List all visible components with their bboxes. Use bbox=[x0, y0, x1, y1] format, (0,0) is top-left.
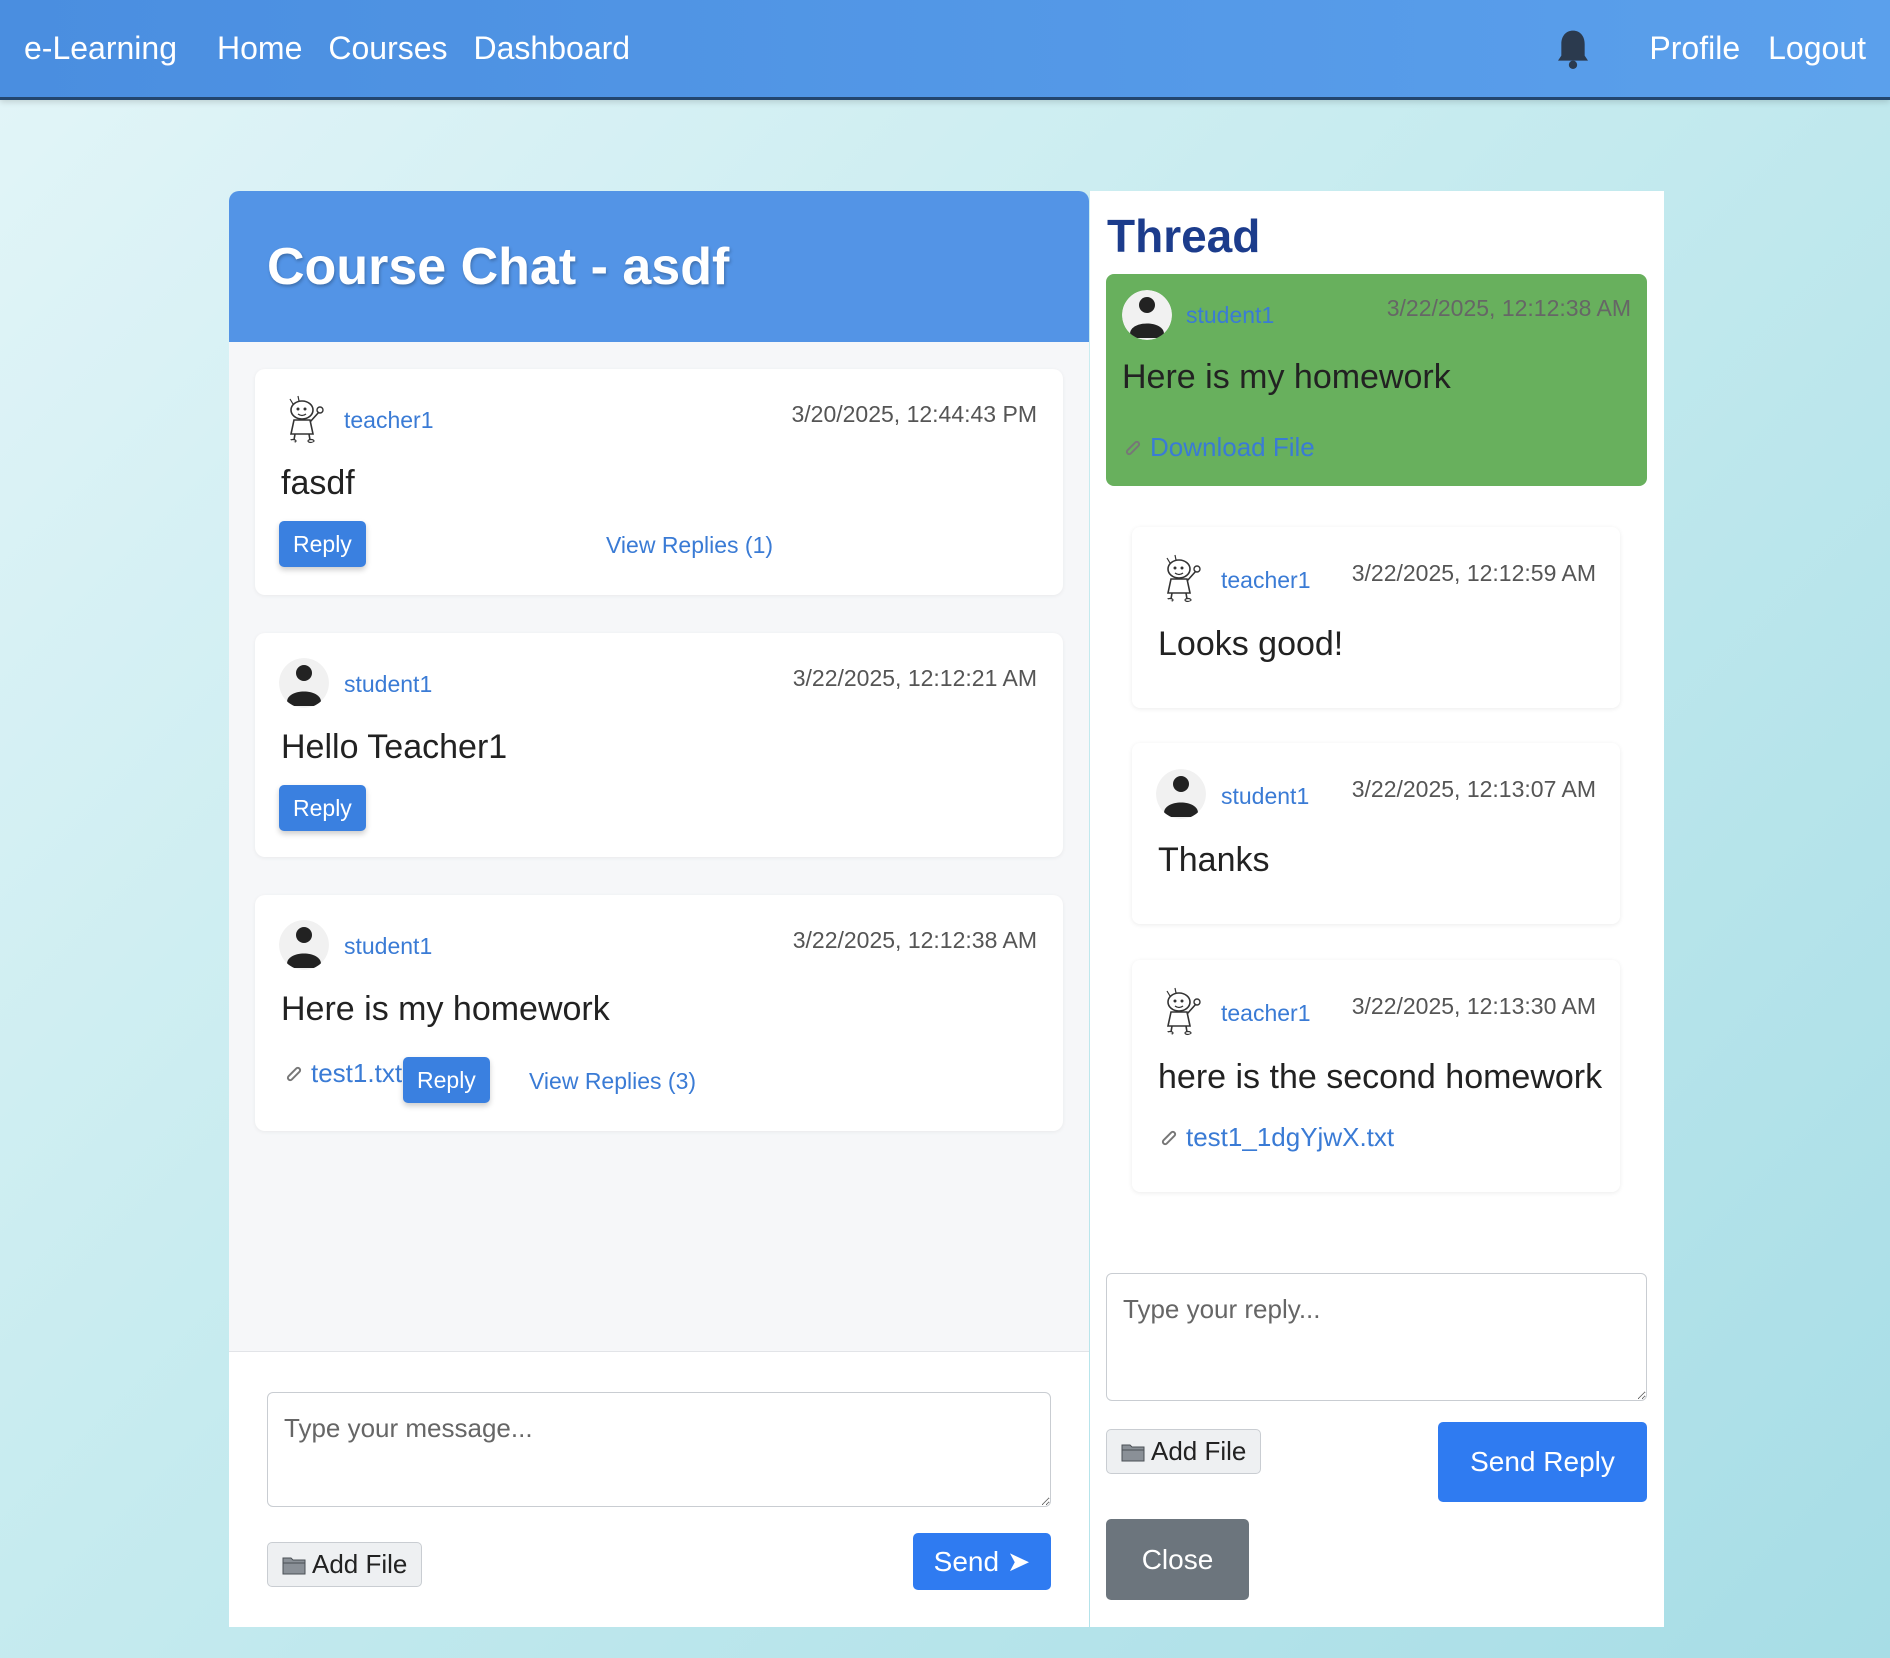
user-silhouette-icon bbox=[279, 920, 329, 970]
thread-reply: teacher1 3/22/2025, 12:13:30 AM here is … bbox=[1132, 960, 1620, 1192]
user-silhouette-icon bbox=[1122, 290, 1172, 340]
send-button[interactable]: Send ➤ bbox=[913, 1533, 1051, 1590]
message-username[interactable]: student1 bbox=[344, 933, 432, 960]
view-replies-link[interactable]: View Replies (3) bbox=[529, 1068, 696, 1095]
thread-parent-message: student1 3/22/2025, 12:12:38 AM Here is … bbox=[1106, 274, 1647, 486]
message-username[interactable]: teacher1 bbox=[344, 407, 434, 434]
message-text: Here is my homework bbox=[1122, 358, 1451, 396]
message-text: Thanks bbox=[1158, 841, 1270, 879]
send-reply-button[interactable]: Send Reply bbox=[1438, 1422, 1647, 1502]
message-text: fasdf bbox=[281, 464, 355, 502]
reply-input[interactable] bbox=[1106, 1273, 1647, 1401]
message-username[interactable]: student1 bbox=[1221, 783, 1309, 810]
attachment-filename: test1_1dgYjwX.txt bbox=[1186, 1122, 1395, 1152]
message-timestamp: 3/22/2025, 12:13:30 AM bbox=[1351, 993, 1596, 1019]
download-file-link[interactable]: Download File bbox=[1120, 432, 1315, 463]
message-timestamp: 3/20/2025, 12:44:43 PM bbox=[791, 401, 1037, 427]
chat-message: student1 3/22/2025, 12:12:38 AM Here is … bbox=[255, 895, 1063, 1131]
thread-panel: Thread student1 3/22/2025, 12:12:38 AM H… bbox=[1090, 191, 1664, 1627]
user-silhouette-icon bbox=[279, 658, 329, 708]
chat-message: student1 3/22/2025, 12:12:21 AM Hello Te… bbox=[255, 633, 1063, 857]
folder-icon bbox=[282, 1555, 306, 1575]
user-silhouette-icon bbox=[1156, 769, 1206, 819]
view-replies-link[interactable]: View Replies (1) bbox=[606, 532, 773, 559]
message-username[interactable]: student1 bbox=[344, 671, 432, 698]
download-file-label: Download File bbox=[1150, 432, 1315, 462]
nav-courses-link[interactable]: Courses bbox=[328, 30, 447, 67]
chat-message: teacher1 3/20/2025, 12:44:43 PM fasdf Re… bbox=[255, 369, 1063, 595]
chat-title: Course Chat - asdf bbox=[267, 237, 730, 296]
top-navbar: e-Learning Home Courses Dashboard Profil… bbox=[0, 0, 1890, 100]
add-file-label: Add File bbox=[312, 1549, 408, 1579]
message-text: Here is my homework bbox=[281, 990, 610, 1028]
message-text: Looks good! bbox=[1158, 625, 1344, 663]
nav-right-group: Profile Logout bbox=[1553, 27, 1866, 71]
thread-reply: teacher1 3/22/2025, 12:12:59 AM Looks go… bbox=[1132, 527, 1620, 708]
attachment-filename: test1.txt bbox=[311, 1058, 403, 1088]
nav-dashboard-link[interactable]: Dashboard bbox=[474, 30, 631, 67]
close-thread-button[interactable]: Close bbox=[1106, 1519, 1249, 1600]
message-timestamp: 3/22/2025, 12:12:38 AM bbox=[1386, 295, 1631, 321]
attachment-link[interactable]: test1.txt bbox=[281, 1058, 402, 1089]
thread-title: Thread bbox=[1107, 210, 1261, 262]
paperclip-icon bbox=[1120, 435, 1146, 461]
message-username[interactable]: teacher1 bbox=[1221, 567, 1311, 594]
add-file-label: Add File bbox=[1151, 1436, 1247, 1466]
cartoon-avatar-icon bbox=[1156, 986, 1206, 1036]
add-file-button[interactable]: Add File bbox=[267, 1542, 423, 1587]
brand-link[interactable]: e-Learning bbox=[24, 30, 177, 67]
message-text: Hello Teacher1 bbox=[281, 728, 508, 766]
message-username[interactable]: student1 bbox=[1186, 302, 1274, 329]
message-timestamp: 3/22/2025, 12:12:59 AM bbox=[1351, 560, 1596, 586]
message-timestamp: 3/22/2025, 12:13:07 AM bbox=[1351, 776, 1596, 802]
cartoon-avatar-icon bbox=[1156, 553, 1206, 603]
course-chat-panel: Course Chat - asdf teacher1 3/20/2025, 1… bbox=[229, 191, 1089, 1627]
message-timestamp: 3/22/2025, 12:12:21 AM bbox=[792, 665, 1037, 691]
reply-button[interactable]: Reply bbox=[403, 1057, 490, 1103]
thread-reply: student1 3/22/2025, 12:13:07 AM Thanks bbox=[1132, 743, 1620, 924]
paperclip-icon bbox=[281, 1061, 307, 1087]
nav-logout-link[interactable]: Logout bbox=[1768, 30, 1866, 67]
thread-add-file-button[interactable]: Add File bbox=[1106, 1429, 1262, 1474]
message-text: here is the second homework bbox=[1158, 1058, 1603, 1096]
paperclip-icon bbox=[1156, 1125, 1182, 1151]
chat-header: Course Chat - asdf bbox=[229, 191, 1089, 342]
message-input[interactable] bbox=[267, 1392, 1051, 1507]
bell-icon[interactable] bbox=[1553, 27, 1593, 71]
chat-input-area: Add File Send ➤ bbox=[229, 1351, 1089, 1627]
message-timestamp: 3/22/2025, 12:12:38 AM bbox=[792, 927, 1037, 953]
attachment-link[interactable]: test1_1dgYjwX.txt bbox=[1156, 1122, 1394, 1153]
folder-icon bbox=[1121, 1442, 1145, 1462]
reply-button[interactable]: Reply bbox=[279, 521, 366, 567]
cartoon-avatar-icon bbox=[279, 394, 329, 444]
nav-profile-link[interactable]: Profile bbox=[1649, 30, 1740, 67]
nav-home-link[interactable]: Home bbox=[217, 30, 302, 67]
reply-button[interactable]: Reply bbox=[279, 785, 366, 831]
message-username[interactable]: teacher1 bbox=[1221, 1000, 1311, 1027]
